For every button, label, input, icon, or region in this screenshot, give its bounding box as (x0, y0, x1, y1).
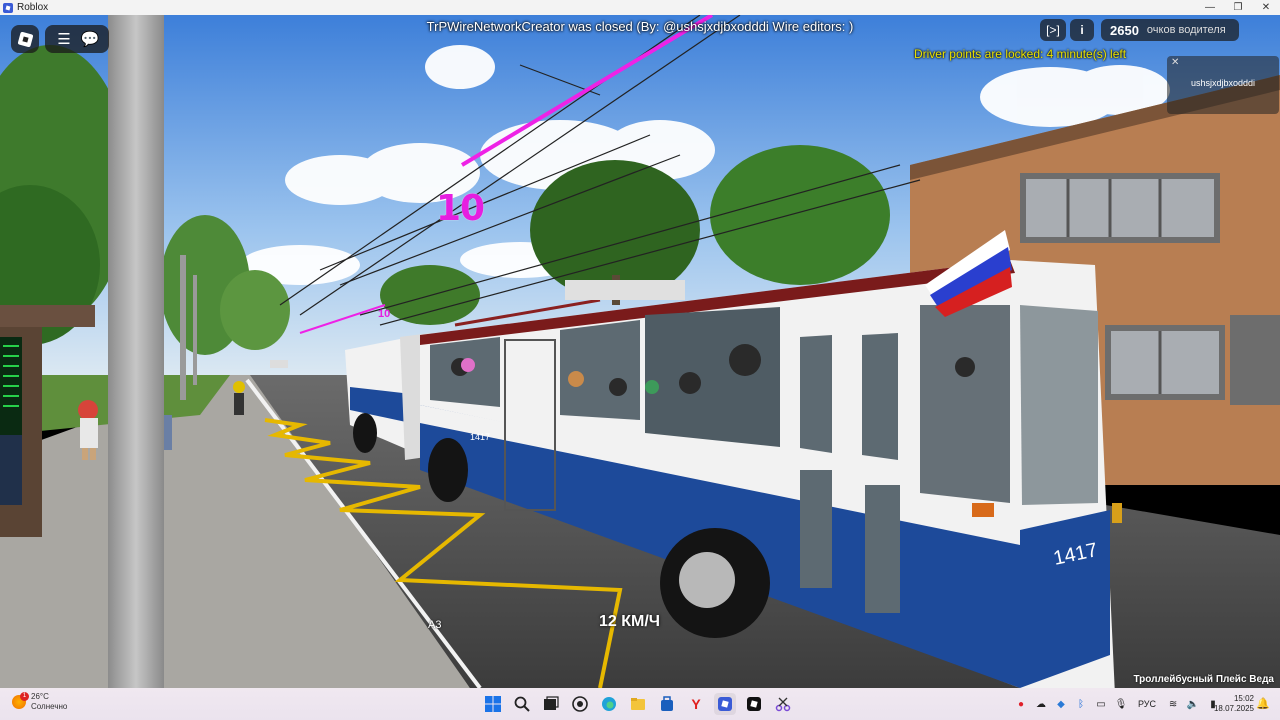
sun-icon: 1 (12, 692, 29, 709)
close-icon[interactable]: ✕ (1171, 57, 1179, 68)
speedometer: 12 КМ/Ч (599, 613, 661, 630)
microphone-icon[interactable]: 🎙 (1114, 699, 1128, 710)
record-icon[interactable]: ● (1014, 699, 1028, 710)
player-card: ✕ ushsjxdjbxodddi (1167, 56, 1279, 114)
game-viewport[interactable]: 1417 1417 ☰ 💬 TrPWireNetworkCreator was … (0, 15, 1280, 688)
yandex-browser-icon[interactable]: Y (685, 693, 707, 715)
file-explorer-icon[interactable] (627, 693, 649, 715)
roblox-studio-icon[interactable] (743, 693, 765, 715)
edge-icon[interactable] (598, 693, 620, 715)
driver-points-counter: 2650 очков водителя (1101, 19, 1239, 41)
route-number-marker-far: 10 (378, 308, 391, 320)
clock-date: 18.07.2025 (1213, 704, 1254, 713)
volume-icon[interactable]: 🔈 (1186, 699, 1200, 710)
snipping-tool-icon[interactable] (772, 693, 794, 715)
close-button[interactable]: ✕ (1252, 0, 1280, 15)
player-name: ushsjxdjbxodddi (1190, 78, 1256, 88)
title-bar: Roblox — ❐ ✕ (0, 0, 1280, 15)
store-icon[interactable] (656, 693, 678, 715)
expand-panel-button[interactable]: [>] (1040, 19, 1066, 41)
weather-widget[interactable]: 1 26°C Солнечно (12, 692, 67, 712)
clock-time: 15:02 (1233, 694, 1254, 703)
driver-points-label: очков водителя (1146, 24, 1226, 36)
catenary-pole (108, 15, 164, 688)
roblox-app-icon (3, 2, 13, 13)
weather-temp: 26°C (31, 692, 49, 701)
task-view-icon[interactable] (540, 693, 562, 715)
window-controls: — ❐ ✕ (1196, 0, 1280, 15)
search-icon[interactable] (511, 693, 533, 715)
window-title: Roblox (17, 2, 49, 13)
cloud-icon[interactable]: ☁ (1034, 699, 1048, 710)
lane-label: A3 (428, 619, 442, 631)
taskbar-clock[interactable]: 15:02 18.07.2025 (1210, 694, 1254, 714)
maximize-button[interactable]: ❐ (1224, 0, 1252, 15)
minimize-button[interactable]: — (1196, 0, 1224, 15)
windows-start-icon[interactable] (482, 693, 504, 715)
input-language[interactable]: РУС (1138, 699, 1156, 709)
taskbar: 1 26°C Солнечно Y ● ☁ ◆ ᛒ ▭ � (0, 688, 1280, 720)
info-button[interactable]: i (1070, 19, 1094, 41)
game-scene: 1417 1417 (0, 15, 1280, 688)
location-name: Троллейбусный Плейс Веда (1133, 674, 1274, 685)
weather-desc: Солнечно (31, 702, 68, 711)
roblox-window: Roblox — ❐ ✕ 1417 1417 ☰ 💬 TrPWireNetwor… (0, 0, 1280, 720)
usb-icon[interactable]: ▭ (1094, 699, 1108, 710)
driver-points-value: 2650 (1110, 22, 1139, 38)
bluetooth-icon[interactable]: ᛒ (1074, 699, 1088, 710)
bus-side-number: 1417 (470, 432, 490, 442)
whatsapp-icon[interactable] (569, 693, 591, 715)
system-tray: ● ☁ ◆ ᛒ ▭ 🎙 РУС ≋ 🔈 ▮ (1014, 688, 1220, 720)
shield-icon[interactable]: ◆ (1054, 699, 1068, 710)
notification-bell-icon[interactable]: 🔔 (1256, 697, 1270, 710)
taskbar-apps: Y (482, 688, 794, 720)
route-number-marker: 10 (436, 188, 485, 229)
roblox-taskbar-icon[interactable] (714, 693, 736, 715)
wifi-icon[interactable]: ≋ (1166, 699, 1180, 710)
notification-badge: 1 (20, 692, 29, 701)
driver-points-lock-notice: Driver points are locked: 4 minute(s) le… (913, 47, 1127, 61)
